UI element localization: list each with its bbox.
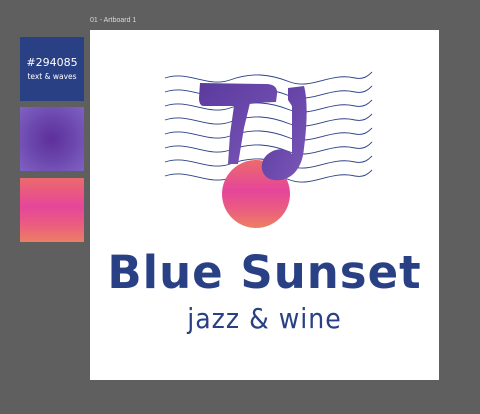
swatch-sunset-linear-gradient[interactable] xyxy=(20,178,84,242)
swatch-primary-blue[interactable]: #294085 text & waves xyxy=(20,37,84,101)
brand-title: Blue Sunset xyxy=(107,246,422,299)
brand-tagline: jazz & wine xyxy=(187,302,342,335)
swatch-purple-radial-gradient[interactable] xyxy=(20,107,84,171)
swatch-description: text & waves xyxy=(27,72,77,81)
swatch-hex-code: #294085 xyxy=(26,56,78,69)
artboard-label[interactable]: 01 - Artboard 1 xyxy=(90,17,136,24)
artboard[interactable]: Blue Sunset jazz & wine xyxy=(90,30,439,380)
